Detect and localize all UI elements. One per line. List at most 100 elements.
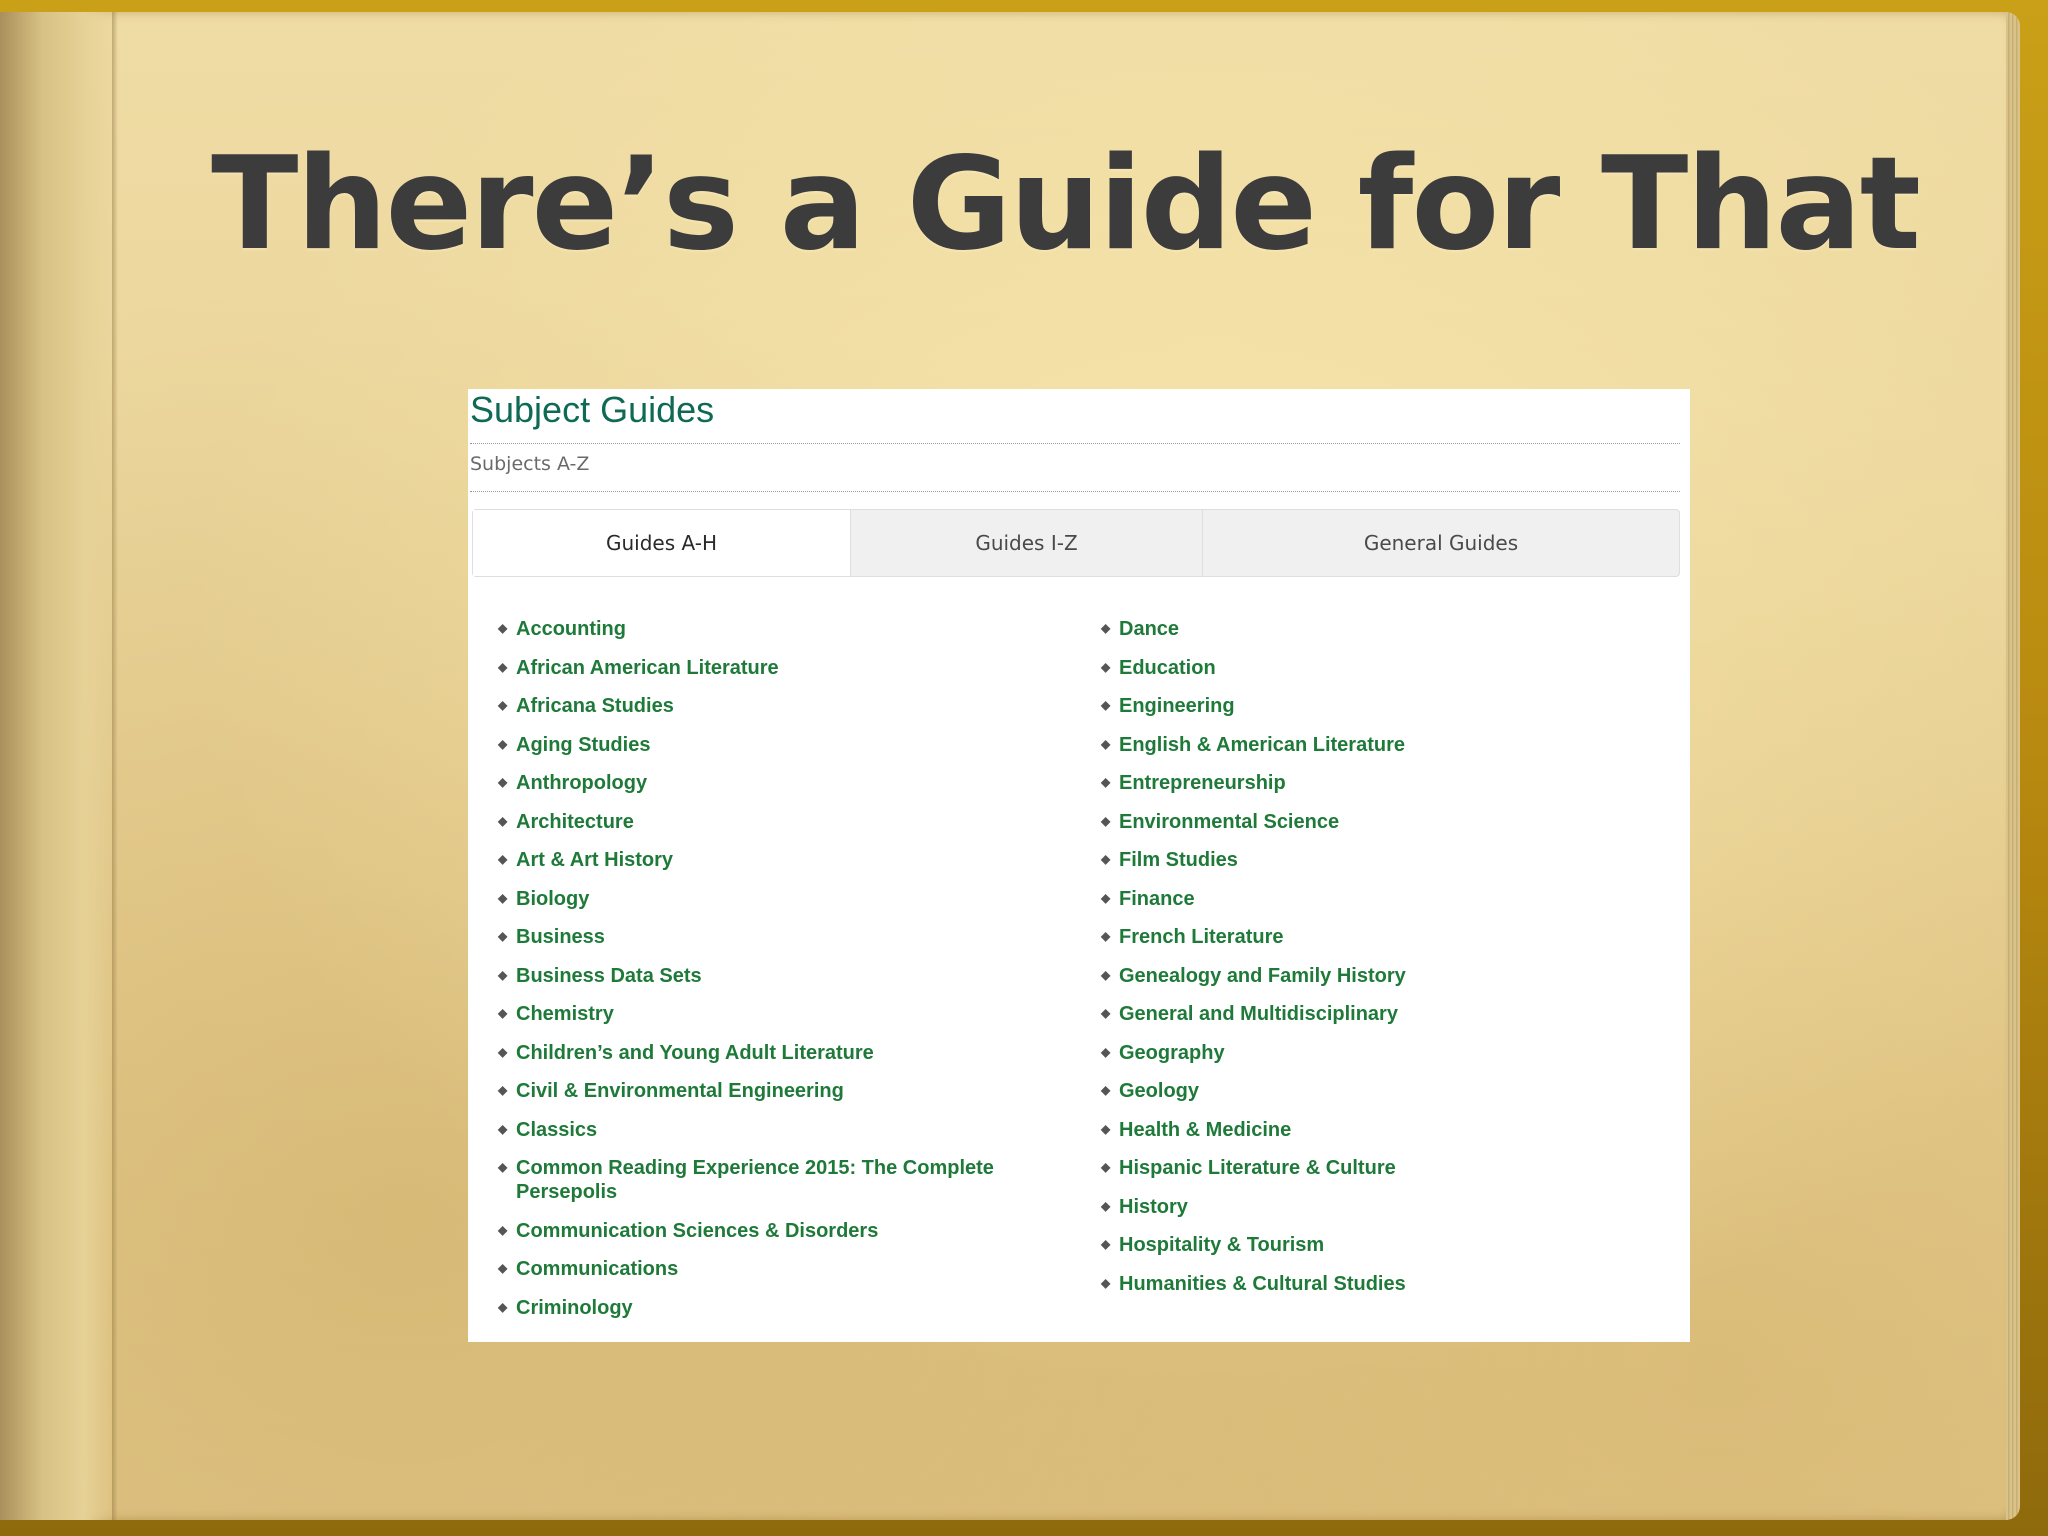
- slide-title: There’s a Guide for That: [211, 130, 1921, 279]
- guide-link[interactable]: Business Data Sets: [516, 965, 702, 987]
- list-item: ◆ Entrepreneurship: [1101, 771, 1661, 795]
- guide-link[interactable]: Dance: [1119, 618, 1179, 640]
- list-item: ◆ Biology: [498, 887, 1058, 911]
- bullet-icon: ◆: [498, 775, 508, 789]
- guide-link[interactable]: Entrepreneurship: [1119, 772, 1286, 794]
- guide-link[interactable]: Communications: [516, 1258, 678, 1280]
- list-item: ◆ Architecture: [498, 810, 1058, 834]
- bullet-icon: ◆: [1101, 1198, 1111, 1213]
- guide-link[interactable]: Architecture: [516, 811, 634, 833]
- guide-link[interactable]: English & American Literature: [1119, 734, 1405, 756]
- bullet-icon: ◆: [1101, 1044, 1111, 1059]
- guide-link[interactable]: Chemistry: [516, 1003, 614, 1025]
- guide-link[interactable]: Health & Medicine: [1119, 1119, 1291, 1141]
- bullet-icon: ◆: [1101, 1121, 1111, 1136]
- list-item: ◆ Civil & Environmental Engineering: [498, 1079, 1058, 1103]
- guide-link[interactable]: Biology: [516, 888, 589, 910]
- list-item: ◆ English & American Literature: [1101, 733, 1661, 757]
- bullet-icon: ◆: [498, 659, 508, 674]
- list-item: ◆ Finance: [1101, 887, 1661, 911]
- guide-link[interactable]: Civil & Environmental Engineering: [516, 1080, 844, 1102]
- page-title: Subject Guides: [470, 389, 715, 430]
- guide-link[interactable]: Hospitality & Tourism: [1119, 1234, 1324, 1256]
- guide-link[interactable]: Communication Sciences & Disorders: [516, 1220, 878, 1242]
- list-item: ◆ Criminology: [498, 1296, 1058, 1320]
- guide-link[interactable]: Africana Studies: [516, 695, 674, 717]
- guide-link[interactable]: Film Studies: [1119, 849, 1238, 871]
- bullet-icon: ◆: [498, 698, 508, 712]
- guide-list-right: ◆ Dance ◆ Education ◆ Engineering ◆ English & A…: [1101, 617, 1661, 1310]
- guide-link[interactable]: Geography: [1119, 1042, 1225, 1064]
- guide-link[interactable]: Finance: [1119, 888, 1195, 910]
- breadcrumb[interactable]: Subjects A-Z: [470, 453, 589, 475]
- list-item: ◆ Aging Studies: [498, 733, 1058, 757]
- bullet-icon: ◆: [1101, 736, 1111, 751]
- bullet-icon: ◆: [498, 1121, 508, 1136]
- tab-guides-a-h[interactable]: Guides A-H: [473, 510, 851, 576]
- list-item: ◆ Accounting: [498, 617, 1058, 641]
- list-item: ◆ History: [1101, 1195, 1661, 1219]
- guide-link[interactable]: Children’s and Young Adult Literature: [516, 1042, 874, 1064]
- list-item: ◆ General and Multidisciplinary: [1101, 1002, 1661, 1026]
- guide-link[interactable]: Genealogy and Family History: [1119, 965, 1406, 987]
- divider: [470, 491, 1680, 492]
- guide-link[interactable]: History: [1119, 1196, 1188, 1218]
- guide-link[interactable]: French Literature: [1119, 926, 1283, 948]
- list-item: ◆ Genealogy and Family History: [1101, 964, 1661, 988]
- bullet-icon: ◆: [1101, 1006, 1111, 1020]
- list-item: ◆ French Literature: [1101, 925, 1661, 949]
- bullet-icon: ◆: [1101, 775, 1111, 789]
- guide-link[interactable]: Humanities & Cultural Studies: [1119, 1273, 1406, 1295]
- tab-general-guides[interactable]: General Guides: [1203, 510, 1679, 576]
- list-item: ◆ Dance: [1101, 617, 1661, 641]
- guide-link[interactable]: Classics: [516, 1119, 597, 1141]
- list-item: ◆ Hispanic Literature & Culture: [1101, 1156, 1661, 1180]
- bullet-icon: ◆: [498, 1006, 508, 1020]
- bullet-icon: ◆: [1101, 698, 1111, 712]
- guide-link[interactable]: Business: [516, 926, 605, 948]
- guide-link[interactable]: Art & Art History: [516, 849, 673, 871]
- list-item: ◆ Chemistry: [498, 1002, 1058, 1026]
- list-item: ◆ Children’s and Young Adult Literature: [498, 1041, 1058, 1065]
- bullet-icon: ◆: [498, 1160, 508, 1174]
- guide-link[interactable]: Aging Studies: [516, 734, 650, 756]
- guide-link[interactable]: Common Reading Experience 2015: The Comp…: [516, 1157, 994, 1203]
- tab-guides-i-z[interactable]: Guides I-Z: [851, 510, 1203, 576]
- list-item: ◆ Hospitality & Tourism: [1101, 1233, 1661, 1257]
- list-item: ◆ Film Studies: [1101, 848, 1661, 872]
- list-item: ◆ African American Literature: [498, 656, 1058, 680]
- bullet-icon: ◆: [1101, 659, 1111, 674]
- bullet-icon: ◆: [1101, 1160, 1111, 1174]
- bullet-icon: ◆: [498, 1261, 508, 1275]
- list-item: ◆ Geology: [1101, 1079, 1661, 1103]
- list-item: ◆ Humanities & Cultural Studies: [1101, 1272, 1661, 1296]
- bullet-icon: ◆: [498, 736, 508, 751]
- bullet-icon: ◆: [1101, 1083, 1111, 1097]
- guide-link[interactable]: Hispanic Literature & Culture: [1119, 1157, 1396, 1179]
- bullet-icon: ◆: [1101, 1237, 1111, 1251]
- guide-link[interactable]: Environmental Science: [1119, 811, 1339, 833]
- bullet-icon: ◆: [498, 813, 508, 828]
- bullet-icon: ◆: [1101, 1275, 1111, 1290]
- guide-link[interactable]: Criminology: [516, 1297, 633, 1319]
- guide-link[interactable]: Geology: [1119, 1080, 1199, 1102]
- list-item: ◆ Business: [498, 925, 1058, 949]
- list-item: ◆ Geography: [1101, 1041, 1661, 1065]
- guide-link[interactable]: Anthropology: [516, 772, 647, 794]
- list-item: ◆ Business Data Sets: [498, 964, 1058, 988]
- bullet-icon: ◆: [1101, 813, 1111, 828]
- guide-link[interactable]: Engineering: [1119, 695, 1235, 717]
- list-item: ◆ Communication Sciences & Disorders: [498, 1219, 1058, 1243]
- bullet-icon: ◆: [498, 1083, 508, 1097]
- subject-guides-screenshot: Subject Guides Subjects A-Z Guides A-H G…: [468, 389, 1690, 1342]
- list-item: ◆ Art & Art History: [498, 848, 1058, 872]
- guide-link[interactable]: General and Multidisciplinary: [1119, 1003, 1398, 1025]
- guide-link[interactable]: African American Literature: [516, 657, 779, 679]
- guide-link[interactable]: Accounting: [516, 618, 626, 640]
- guide-link[interactable]: Education: [1119, 657, 1216, 679]
- bullet-icon: ◆: [1101, 852, 1111, 866]
- list-item: ◆ Classics: [498, 1118, 1058, 1142]
- list-item: ◆ Africana Studies: [498, 694, 1058, 718]
- bullet-icon: ◆: [498, 929, 508, 943]
- list-item: ◆ Environmental Science: [1101, 810, 1661, 834]
